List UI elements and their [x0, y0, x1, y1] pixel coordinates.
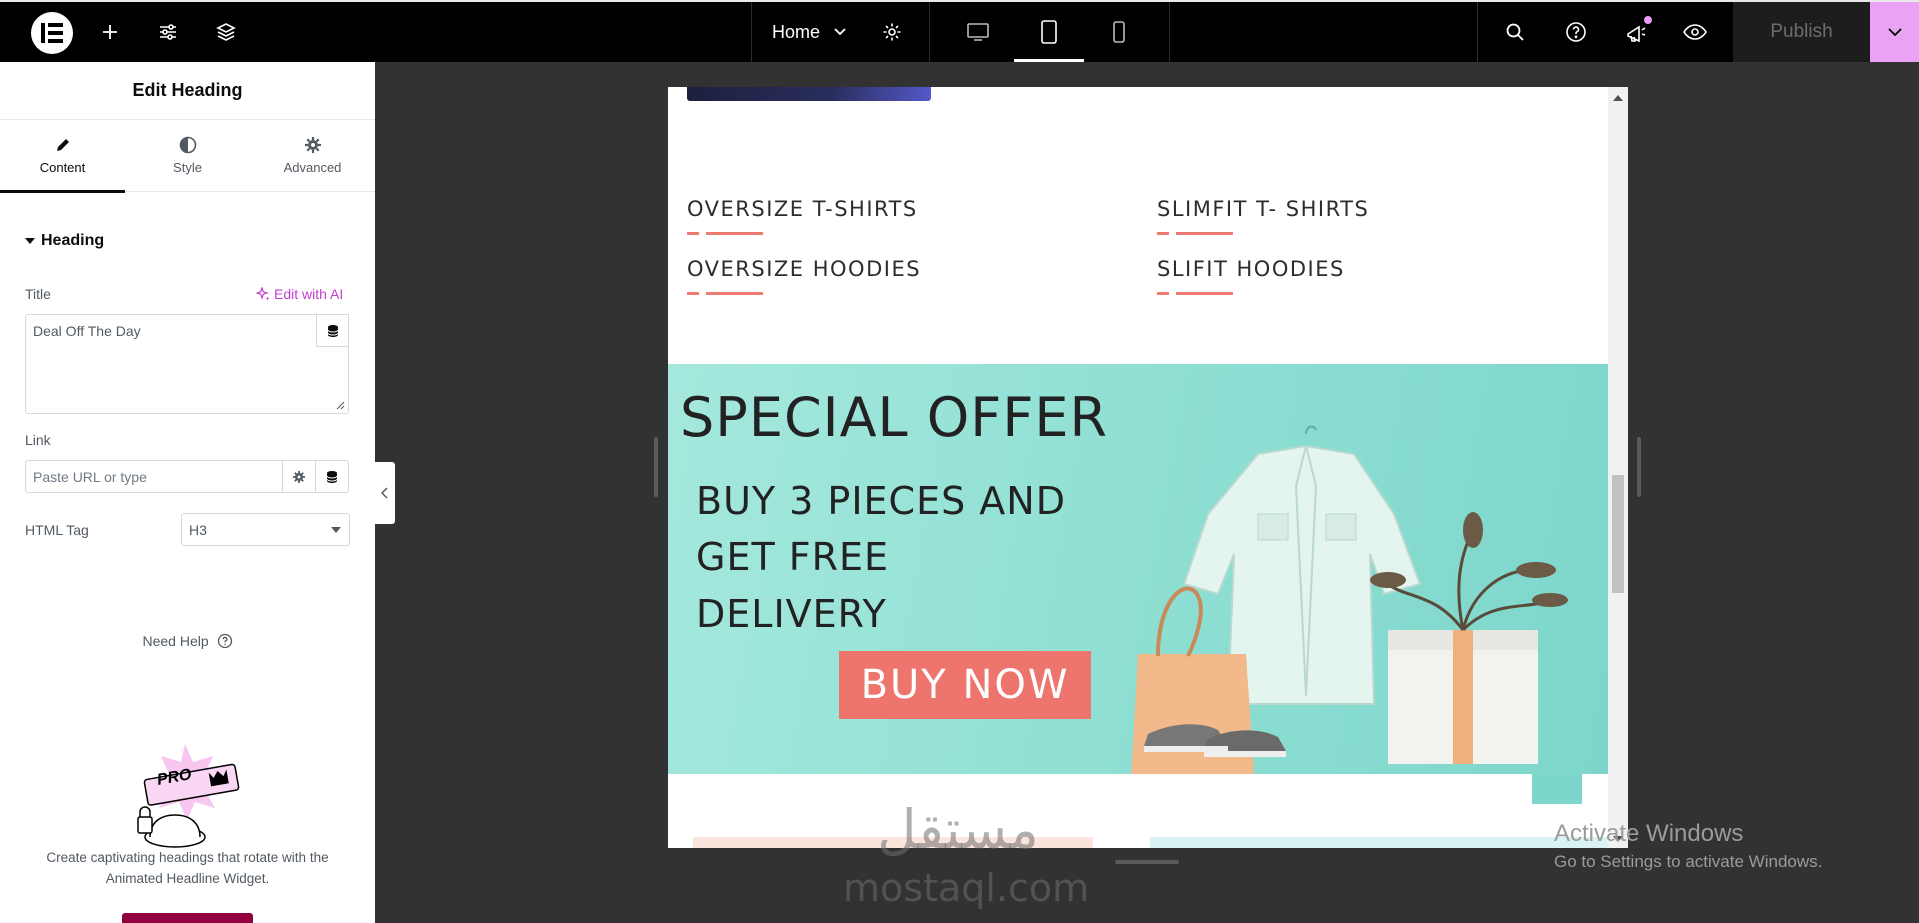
category-heading[interactable]: SLIFIT HOODIES: [1157, 257, 1345, 281]
link-placeholder: Paste URL or type: [33, 469, 147, 485]
html-tag-label: HTML Tag: [25, 522, 89, 538]
gear-icon: [293, 470, 305, 483]
buy-now-button[interactable]: BUY NOW: [839, 651, 1091, 719]
add-icon[interactable]: [96, 2, 124, 62]
collapse-panel-button[interactable]: [375, 462, 395, 524]
resize-handle-right[interactable]: [1637, 437, 1641, 497]
banner-line: GET FREE: [696, 535, 890, 579]
edit-with-ai-button[interactable]: Edit with AI: [256, 286, 343, 302]
elementor-logo-icon[interactable]: [31, 12, 73, 54]
previous-section-image: [687, 87, 931, 101]
preview-frame: OVERSIZE T-SHIRTS SLIMFIT T- SHIRTS OVER…: [668, 87, 1628, 848]
gear-icon: [250, 136, 375, 156]
caret-down-icon: [331, 527, 341, 533]
active-device-indicator: [1014, 59, 1084, 62]
settings-sliders-icon[interactable]: [154, 2, 182, 62]
title-value: Deal Off The Day: [33, 323, 141, 339]
panel-tabs: Content Style Advanced: [0, 120, 375, 193]
preview-scrollbar[interactable]: [1608, 87, 1628, 848]
chevron-left-icon: [381, 487, 388, 499]
scroll-up-arrow-icon[interactable]: [1613, 95, 1623, 101]
chevron-down-icon[interactable]: [829, 2, 851, 62]
pencil-icon: [0, 136, 125, 156]
category-heading[interactable]: OVERSIZE HOODIES: [687, 257, 921, 281]
gear-icon[interactable]: [877, 2, 907, 62]
resize-handle-left[interactable]: [654, 437, 658, 497]
tab-style[interactable]: Style: [125, 120, 250, 192]
activation-title: Activate Windows: [1554, 820, 1744, 847]
link-options-button[interactable]: [282, 460, 316, 493]
notification-dot: [1644, 16, 1652, 24]
editor-panel: Edit Heading Content Style Advanced Head…: [0, 62, 375, 923]
link-dynamic-tags-button[interactable]: [315, 460, 349, 493]
banner-line: BUY 3 PIECES AND: [696, 479, 1066, 523]
desktop-icon[interactable]: [963, 2, 993, 62]
promo-text: Create captivating headings that rotate …: [46, 850, 329, 886]
category-heading[interactable]: SLIMFIT T- SHIRTS: [1157, 197, 1369, 221]
need-help-link[interactable]: Need Help: [0, 633, 375, 649]
pro-promo-illustration: [137, 744, 240, 848]
category-heading[interactable]: OVERSIZE T-SHIRTS: [687, 197, 918, 221]
tablet-icon[interactable]: [1034, 2, 1064, 62]
section-heading-toggle[interactable]: Heading: [25, 232, 104, 250]
help-icon[interactable]: [1561, 2, 1591, 62]
html-tag-select[interactable]: H3: [181, 513, 350, 546]
search-icon[interactable]: [1500, 2, 1530, 62]
need-help-label: Need Help: [142, 633, 209, 649]
top-bar: Home Publish: [0, 0, 1919, 62]
banner-line: DELIVERY: [696, 592, 887, 636]
dynamic-tags-button[interactable]: [316, 314, 349, 347]
banner-title: SPECIAL OFFER: [680, 386, 1109, 449]
preview-eye-icon[interactable]: [1680, 2, 1710, 62]
caret-down-icon: [25, 238, 35, 244]
link-input[interactable]: Paste URL or type: [25, 460, 283, 493]
resize-handle-bottom[interactable]: [1115, 860, 1179, 864]
layers-icon[interactable]: [212, 2, 240, 62]
ai-sparkle-icon: [256, 287, 270, 301]
tab-content[interactable]: Content: [0, 120, 125, 192]
scroll-to-top-button[interactable]: [1532, 774, 1582, 804]
title-textarea[interactable]: Deal Off The Day: [25, 314, 349, 414]
tab-advanced[interactable]: Advanced: [250, 120, 375, 192]
clothing-product-image: [1131, 425, 1568, 774]
next-section-card: [1150, 837, 1608, 848]
watermark-arabic: مستقل: [877, 798, 1039, 861]
activation-subtitle: Go to Settings to activate Windows.: [1554, 852, 1823, 871]
tab-label: Style: [173, 160, 202, 175]
resize-handle-icon: [336, 401, 345, 410]
windows-activation-notice: Activate Windows Go to Settings to activ…: [1554, 820, 1822, 872]
contrast-icon: [125, 136, 250, 156]
publish-button[interactable]: Publish: [1733, 2, 1870, 62]
scrollbar-thumb[interactable]: [1612, 475, 1624, 593]
database-icon: [327, 324, 338, 337]
watermark-latin: mostaql.com: [843, 866, 1090, 910]
help-icon: [217, 633, 232, 649]
special-offer-banner[interactable]: SPECIAL OFFER BUY 3 PIECES AND GET FREE …: [668, 364, 1608, 774]
chevron-down-icon: [1887, 28, 1902, 37]
tab-label: Advanced: [283, 160, 342, 175]
publish-options-button[interactable]: [1870, 2, 1919, 62]
mostaql-watermark: مستقل mostaql.com: [843, 798, 1090, 911]
html-tag-value: H3: [189, 522, 207, 538]
mobile-icon[interactable]: [1104, 2, 1134, 62]
panel-title: Edit Heading: [0, 62, 375, 120]
database-icon: [326, 470, 338, 483]
page-name[interactable]: Home: [772, 2, 820, 62]
active-tab-indicator: [0, 190, 125, 193]
edit-with-ai-label: Edit with AI: [274, 286, 344, 302]
upgrade-button[interactable]: [122, 913, 253, 923]
title-label: Title: [25, 286, 51, 302]
notifications-icon[interactable]: [1621, 2, 1651, 62]
tab-label: Content: [39, 160, 86, 175]
link-label: Link: [25, 432, 51, 448]
section-title: Heading: [41, 232, 105, 249]
